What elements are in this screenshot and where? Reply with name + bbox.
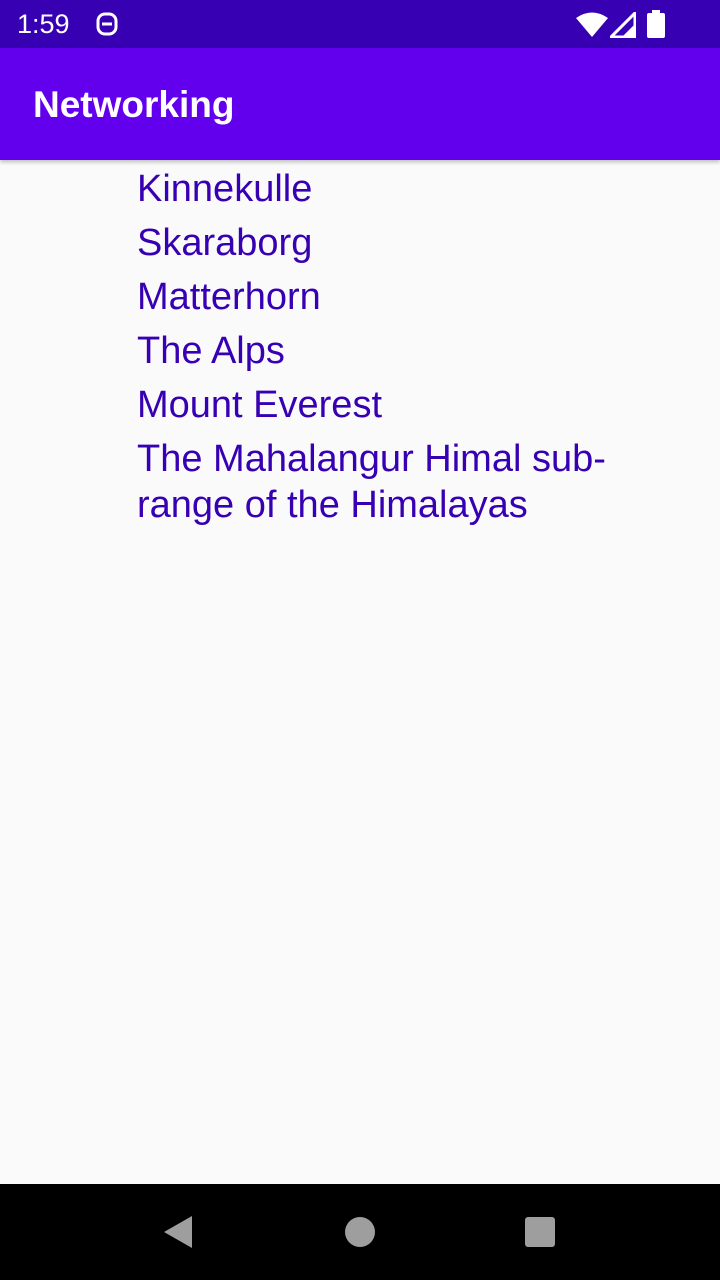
list-item[interactable]: Skaraborg	[137, 220, 697, 266]
recents-icon[interactable]	[522, 1214, 558, 1250]
status-time: 1:59	[17, 9, 70, 39]
battery-icon	[647, 10, 665, 38]
app-bar: Networking	[0, 48, 720, 160]
list-item[interactable]: The Alps	[137, 328, 697, 374]
back-icon[interactable]	[160, 1214, 196, 1250]
status-bar: 1:59	[0, 0, 720, 48]
home-icon[interactable]	[342, 1214, 378, 1250]
notification-icon	[96, 12, 118, 36]
wifi-icon	[576, 12, 608, 37]
list-item[interactable]: Matterhorn	[137, 274, 697, 320]
list-item[interactable]: Kinnekulle	[137, 166, 697, 212]
signal-icon	[610, 12, 636, 38]
mountain-list: Kinnekulle Skaraborg Matterhorn The Alps…	[137, 166, 697, 536]
list-item[interactable]: Mount Everest	[137, 382, 697, 428]
list-item[interactable]: The Mahalangur Himal sub-range of the Hi…	[137, 436, 697, 528]
app-title: Networking	[33, 84, 235, 125]
